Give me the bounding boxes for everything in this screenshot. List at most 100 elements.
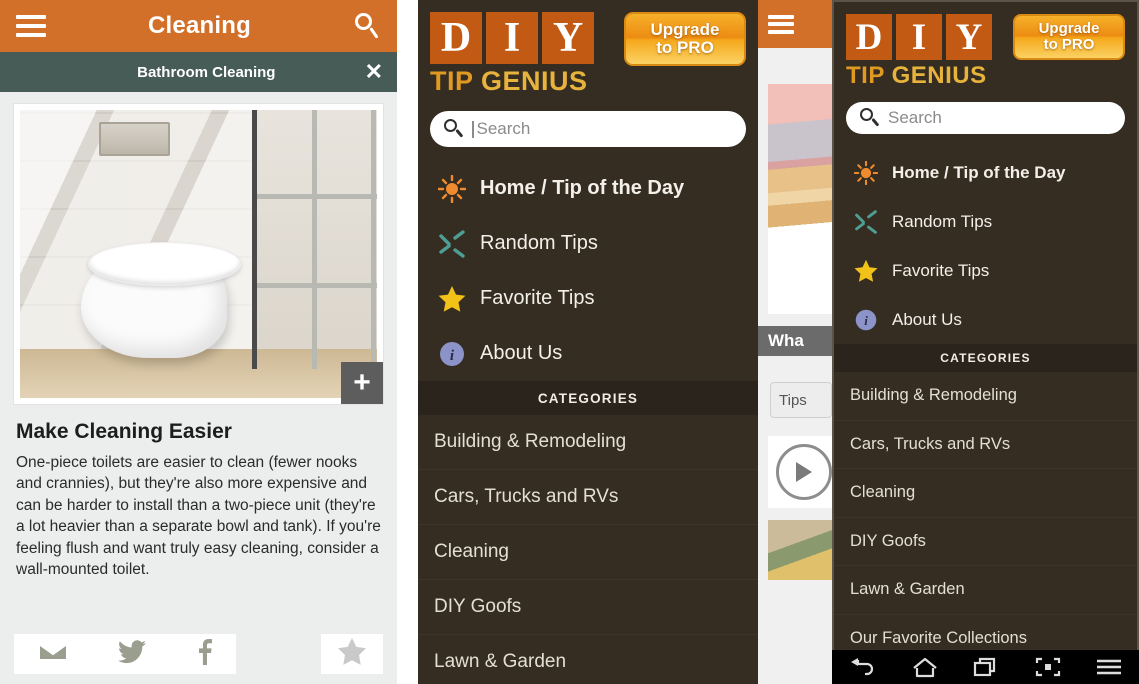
category-item[interactable]: DIY Goofs: [418, 580, 758, 635]
zoom-plus-icon[interactable]: +: [341, 362, 383, 404]
background-screen-peek: Wha Tips: [758, 0, 832, 684]
share-row: [14, 634, 383, 674]
app-header: Cleaning: [0, 0, 397, 52]
brand-bar: D I Y TIP GENIUS Upgrade to PRO: [834, 2, 1137, 90]
article-image-card[interactable]: +: [14, 104, 383, 404]
sidebar-item-random-tips[interactable]: Random Tips: [834, 197, 1137, 246]
category-item[interactable]: Lawn & Garden: [834, 566, 1137, 615]
app-logo: D I Y TIP GENIUS: [430, 12, 594, 97]
nav-list: Home / Tip of the Day Random Tips Favori…: [418, 161, 758, 381]
peek-photo: [768, 84, 832, 234]
photo-window: [252, 110, 377, 370]
search-input[interactable]: Search: [430, 111, 746, 147]
article-body-wrap: + Make Cleaning Easier One-piece toilets…: [0, 92, 397, 580]
hamburger-icon[interactable]: [768, 14, 794, 34]
shuffle-icon: [854, 209, 878, 234]
peek-photo-2: [768, 520, 832, 580]
categories-list: Building & Remodeling Cars, Trucks and R…: [834, 372, 1137, 654]
logo-subtitle-tip: TIP: [846, 62, 885, 89]
search-input[interactable]: Search: [846, 102, 1125, 134]
search-placeholder: Search: [888, 108, 942, 127]
sidebar-item-home[interactable]: Home / Tip of the Day: [418, 161, 758, 216]
category-item[interactable]: Building & Remodeling: [834, 372, 1137, 421]
categories-header: CATEGORIES: [418, 381, 758, 415]
peek-video-thumb[interactable]: [768, 436, 832, 508]
sidebar-item-about-us[interactable]: i About Us: [418, 326, 758, 381]
info-icon: i: [854, 308, 878, 332]
category-item[interactable]: Cars, Trucks and RVs: [418, 470, 758, 525]
favorite-button[interactable]: [321, 634, 383, 674]
category-item[interactable]: Cleaning: [834, 469, 1137, 518]
peek-header: [758, 0, 832, 48]
nav-drawer-screen: D I Y TIP GENIUS Upgrade to PRO Search H…: [418, 0, 758, 684]
app-logo: D I Y TIP GENIUS: [846, 14, 992, 90]
logo-letter-i: I: [896, 14, 942, 60]
categories-list: Building & Remodeling Cars, Trucks and R…: [418, 415, 758, 684]
sidebar-item-label: Favorite Tips: [480, 287, 595, 309]
text-cursor: [472, 120, 474, 138]
back-icon[interactable]: [849, 657, 877, 677]
page-title: Cleaning: [148, 12, 251, 39]
logo-letters: D I Y: [846, 14, 992, 60]
article-photo: [20, 110, 377, 398]
logo-subtitle: TIP GENIUS: [430, 66, 594, 97]
photo-toilet-seat: [87, 242, 242, 286]
pro-line-1: Upgrade: [650, 20, 720, 40]
upgrade-to-pro-button[interactable]: Upgrade to PRO: [1013, 14, 1125, 60]
pro-line-2: to PRO: [1043, 36, 1095, 53]
upgrade-to-pro-button[interactable]: Upgrade to PRO: [624, 12, 746, 66]
search-icon[interactable]: [353, 12, 381, 40]
screenshot-stage: Cleaning Bathroom Cleaning ✕ + Make Clea…: [0, 0, 1139, 684]
android-navigation-bar: [832, 650, 1139, 684]
nav-drawer-screen-device: D I Y TIP GENIUS Upgrade to PRO Search H…: [832, 0, 1139, 684]
hamburger-icon[interactable]: [16, 15, 46, 37]
sidebar-item-home[interactable]: Home / Tip of the Day: [834, 148, 1137, 197]
article-text: One-piece toilets are easier to clean (f…: [16, 454, 381, 578]
facebook-icon[interactable]: [196, 638, 212, 670]
star-icon: [338, 638, 366, 670]
menu-icon[interactable]: [1096, 658, 1122, 676]
sidebar-item-random-tips[interactable]: Random Tips: [418, 216, 758, 271]
logo-letter-i: I: [486, 12, 538, 64]
category-item[interactable]: Cars, Trucks and RVs: [834, 421, 1137, 469]
search-icon: [444, 119, 464, 139]
sidebar-item-about-us[interactable]: i About Us: [834, 295, 1137, 344]
close-icon[interactable]: ✕: [365, 61, 383, 83]
sidebar-item-label: Home / Tip of the Day: [480, 177, 685, 199]
category-item[interactable]: Cleaning: [418, 525, 758, 580]
shuffle-icon: [438, 229, 466, 258]
logo-letter-d: D: [430, 12, 482, 64]
categories-header: CATEGORIES: [834, 344, 1137, 372]
logo-letter-d: D: [846, 14, 892, 60]
peek-image-card: [768, 84, 832, 314]
subheader-title: Bathroom Cleaning: [137, 63, 276, 81]
search-placeholder: Search: [476, 119, 531, 138]
sidebar-item-label: About Us: [480, 342, 563, 364]
category-item[interactable]: Lawn & Garden: [418, 635, 758, 684]
category-item[interactable]: Building & Remodeling: [418, 415, 758, 470]
recent-apps-icon[interactable]: [972, 656, 1000, 678]
play-icon: [776, 444, 832, 500]
article-title: Make Cleaning Easier: [16, 420, 232, 443]
logo-letters: D I Y: [430, 12, 594, 64]
sidebar-item-label: Random Tips: [892, 211, 993, 231]
sidebar-item-favorite-tips[interactable]: Favorite Tips: [418, 271, 758, 326]
peek-tips-button[interactable]: Tips: [770, 382, 832, 418]
home-icon[interactable]: [911, 656, 939, 678]
screenshot-icon[interactable]: [1034, 656, 1062, 678]
peek-banner: Wha: [758, 326, 832, 356]
logo-subtitle: TIP GENIUS: [846, 62, 992, 90]
svg-text:i: i: [864, 314, 868, 328]
sun-icon: [853, 160, 879, 185]
search-icon: [860, 108, 880, 128]
email-icon[interactable]: [38, 641, 69, 668]
sidebar-item-favorite-tips[interactable]: Favorite Tips: [834, 246, 1137, 295]
category-item[interactable]: DIY Goofs: [834, 518, 1137, 566]
photo-flush-plate: [98, 121, 170, 157]
sidebar-item-label: About Us: [892, 309, 962, 329]
star-icon: [854, 259, 878, 283]
pro-line-1: Upgrade: [1038, 20, 1100, 38]
subheader: Bathroom Cleaning ✕: [0, 52, 397, 92]
twitter-icon[interactable]: [117, 639, 147, 669]
article-screen: Cleaning Bathroom Cleaning ✕ + Make Clea…: [0, 0, 397, 684]
